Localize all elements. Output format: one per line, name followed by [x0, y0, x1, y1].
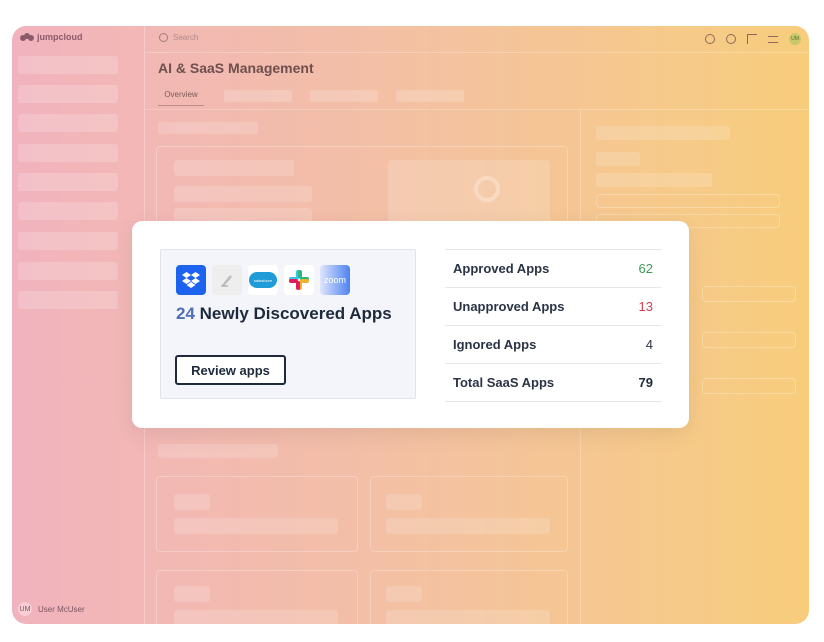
sidebar-item[interactable]: [18, 232, 118, 250]
tab-placeholder[interactable]: [310, 90, 378, 102]
discovered-label: Newly Discovered Apps: [199, 304, 392, 323]
flag-icon[interactable]: [747, 34, 757, 44]
tab-placeholder[interactable]: [396, 90, 464, 102]
review-apps-button[interactable]: Review apps: [175, 355, 286, 385]
headset-icon[interactable]: [705, 34, 715, 44]
app-stats-table: Approved Apps 62 Unapproved Apps 13 Igno…: [445, 249, 661, 402]
tab-overview[interactable]: Overview: [158, 90, 204, 106]
skeleton-block: [174, 586, 210, 602]
slack-icon: [284, 265, 314, 295]
skeleton-card: [370, 476, 568, 552]
skeleton-block: [174, 160, 294, 176]
skeleton-block: [596, 126, 730, 140]
stat-label: Ignored Apps: [453, 337, 537, 352]
discovered-apps-headline: 24 Newly Discovered Apps: [176, 304, 392, 324]
sidebar-item[interactable]: [18, 262, 118, 280]
sidebar: jumpcloud UM User McUser: [12, 26, 145, 624]
skeleton-block: [174, 518, 338, 534]
zoom-icon: zoom: [320, 265, 350, 295]
sidebar-item[interactable]: [18, 202, 118, 220]
user-menu[interactable]: UM User McUser: [18, 602, 85, 616]
page-title: AI & SaaS Management: [158, 60, 314, 76]
jumpcloud-logo[interactable]: jumpcloud: [20, 32, 83, 42]
skeleton-card: [156, 476, 358, 552]
search-input[interactable]: Search: [159, 33, 198, 42]
topbar: Search UM: [145, 26, 809, 53]
skeleton-block: [386, 518, 550, 534]
sidebar-item[interactable]: [18, 173, 118, 191]
stat-value: 4: [645, 337, 653, 352]
menu-icon[interactable]: [768, 35, 778, 43]
user-avatar: UM: [18, 602, 32, 616]
stat-value: 62: [638, 261, 653, 276]
search-icon: [159, 33, 168, 42]
skeleton-block: [596, 152, 640, 166]
skeleton-field: [702, 378, 796, 394]
skeleton-block: [174, 186, 312, 202]
stat-row-unapproved[interactable]: Unapproved Apps 13: [445, 287, 661, 325]
tab-placeholder[interactable]: [224, 90, 292, 102]
skeleton-field: [596, 194, 780, 208]
skeleton-block: [386, 586, 422, 602]
salesforce-icon: salesforce: [248, 265, 278, 295]
skeleton-field: [702, 332, 796, 348]
topbar-avatar[interactable]: UM: [789, 33, 801, 45]
stat-row-ignored[interactable]: Ignored Apps 4: [445, 325, 661, 363]
skeleton-block: [158, 444, 278, 458]
sidebar-item[interactable]: [18, 144, 118, 162]
stat-label: Total SaaS Apps: [453, 375, 555, 390]
topbar-icons: UM: [705, 33, 801, 45]
app-logos: salesforce zoom: [176, 265, 350, 295]
stat-value: 13: [638, 299, 653, 314]
search-placeholder: Search: [173, 33, 199, 42]
dropbox-icon: [176, 265, 206, 295]
logo-text: jumpcloud: [37, 32, 83, 42]
sign-icon: [212, 265, 242, 295]
skeleton-block: [386, 494, 422, 510]
sidebar-item[interactable]: [18, 291, 118, 309]
stat-label: Unapproved Apps: [453, 299, 565, 314]
sidebar-item[interactable]: [18, 114, 118, 132]
skeleton-block: [174, 494, 210, 510]
discovered-count: 24: [176, 304, 195, 323]
skeleton-block: [596, 173, 712, 187]
sidebar-item[interactable]: [18, 85, 118, 103]
skeleton-block: [158, 122, 258, 134]
user-name: User McUser: [38, 604, 85, 614]
tab-divider: [145, 109, 809, 110]
skeleton-block: [174, 208, 312, 222]
skeleton-block: [174, 610, 338, 624]
skeleton-block: [386, 610, 550, 624]
stat-label: Approved Apps: [453, 261, 550, 276]
stat-value: 79: [638, 375, 653, 390]
jumpcloud-logo-icon: [20, 33, 34, 41]
salesforce-wordmark: salesforce: [249, 272, 277, 288]
zoom-wordmark: zoom: [323, 275, 346, 285]
stat-row-total[interactable]: Total SaaS Apps 79: [445, 363, 661, 402]
discovered-apps-panel: salesforce zoom 24 Newly Discovered Apps…: [160, 249, 416, 399]
sidebar-item[interactable]: [18, 56, 118, 74]
skeleton-field: [702, 286, 796, 302]
globe-icon[interactable]: [726, 34, 736, 44]
stat-row-approved[interactable]: Approved Apps 62: [445, 249, 661, 287]
saas-summary-card: salesforce zoom 24 Newly Discovered Apps…: [132, 221, 689, 428]
